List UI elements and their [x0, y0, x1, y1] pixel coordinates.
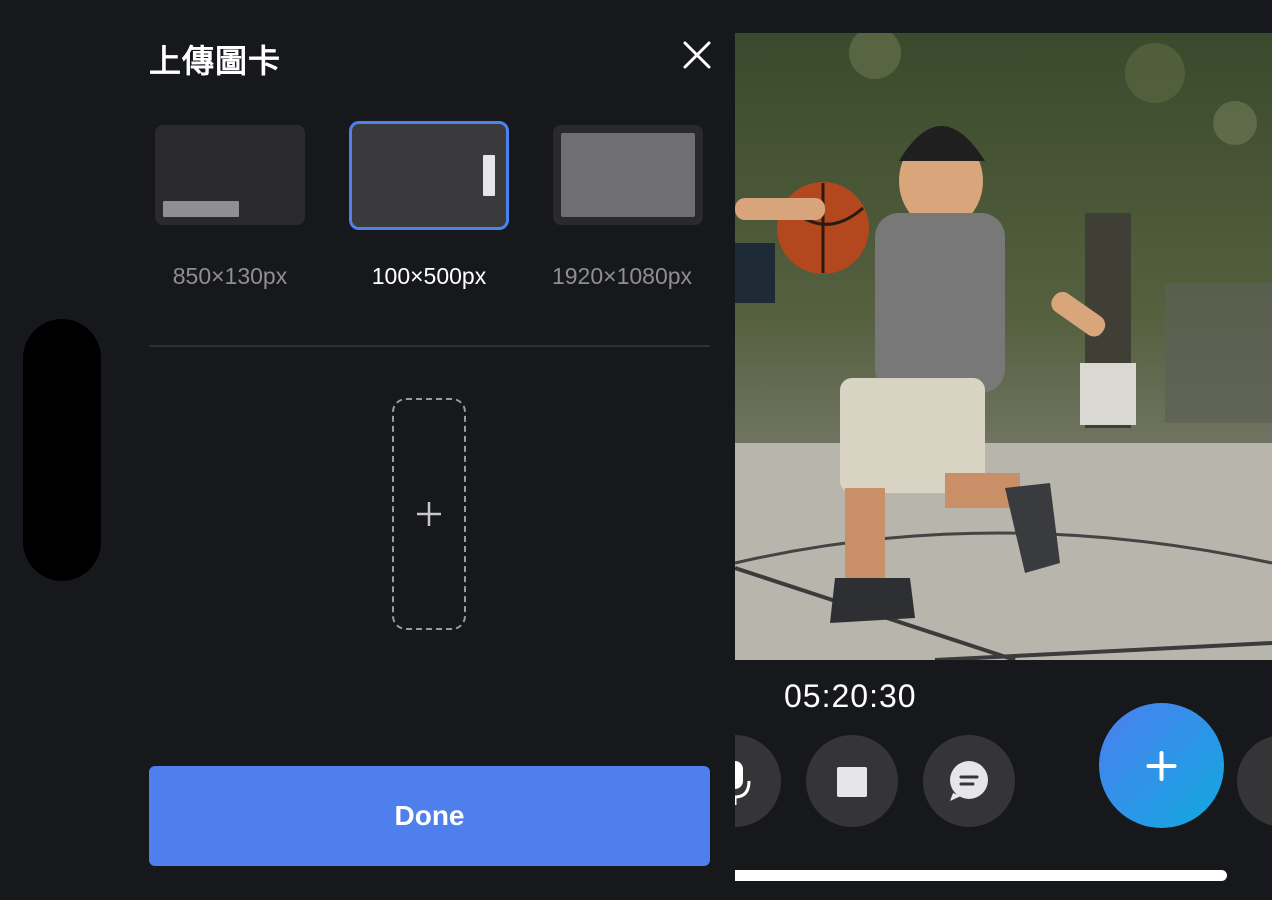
- stop-button[interactable]: [806, 735, 898, 827]
- done-button[interactable]: Done: [149, 766, 710, 866]
- mic-button-clip: [735, 735, 785, 827]
- video-frame-image: [735, 33, 1272, 660]
- recording-timer: 05:20:30: [784, 678, 917, 714]
- plus-icon: [1146, 751, 1177, 781]
- video-preview: [735, 33, 1272, 660]
- close-icon: [683, 41, 711, 69]
- divider: [149, 345, 710, 347]
- fullscreen-preview-block: [561, 133, 695, 217]
- add-button[interactable]: [1099, 703, 1224, 828]
- upload-image-slot[interactable]: [392, 398, 466, 630]
- banner-preview-bar: [163, 201, 239, 217]
- close-button[interactable]: [678, 36, 716, 74]
- panel-title: 上傳圖卡: [149, 43, 282, 79]
- microphone-icon: [735, 761, 751, 805]
- more-control-clip: [1237, 735, 1272, 827]
- microphone-button[interactable]: [735, 735, 781, 827]
- stop-icon: [837, 767, 867, 797]
- size-option-banner[interactable]: [155, 125, 305, 225]
- size-label-vertical[interactable]: 100×500px: [334, 263, 524, 290]
- size-option-vertical[interactable]: [349, 121, 509, 230]
- plus-icon: [417, 502, 441, 526]
- side-drag-handle[interactable]: [23, 319, 101, 581]
- chat-icon: [950, 761, 988, 801]
- vertical-preview-bar: [483, 155, 495, 196]
- size-label-banner[interactable]: 850×130px: [135, 263, 325, 290]
- size-label-fullscreen[interactable]: 1920×1080px: [527, 263, 717, 290]
- home-indicator: [735, 870, 1227, 881]
- chat-button[interactable]: [923, 735, 1015, 827]
- extra-control-button[interactable]: [1237, 735, 1272, 827]
- size-option-fullscreen[interactable]: [553, 125, 703, 225]
